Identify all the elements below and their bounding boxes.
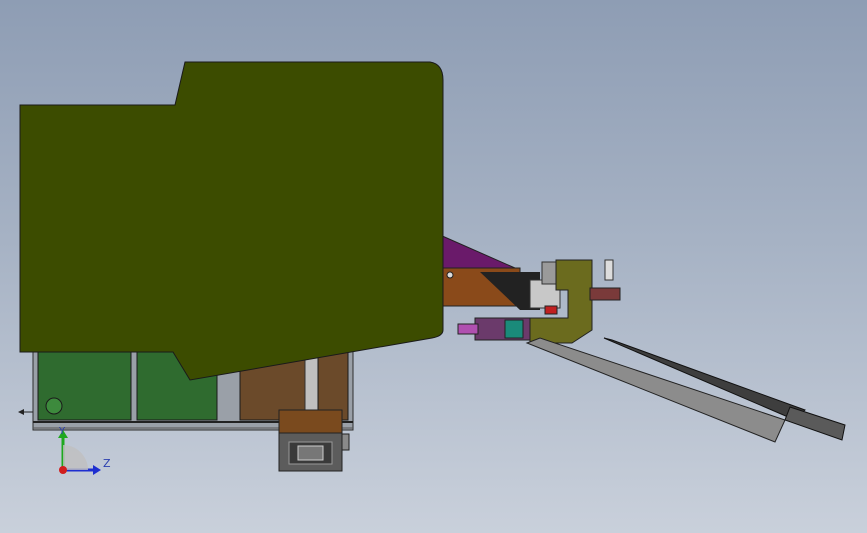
cad-model-scene[interactable] [0,0,867,533]
inclined-chute [525,337,846,443]
triad-y-label: Y [59,426,66,437]
main-cover [19,61,444,381]
triad-z-label: Z [103,457,111,470]
cad-viewport[interactable]: Y Z [0,0,867,533]
electrical-box [278,409,350,472]
right-mechanism [439,234,621,344]
